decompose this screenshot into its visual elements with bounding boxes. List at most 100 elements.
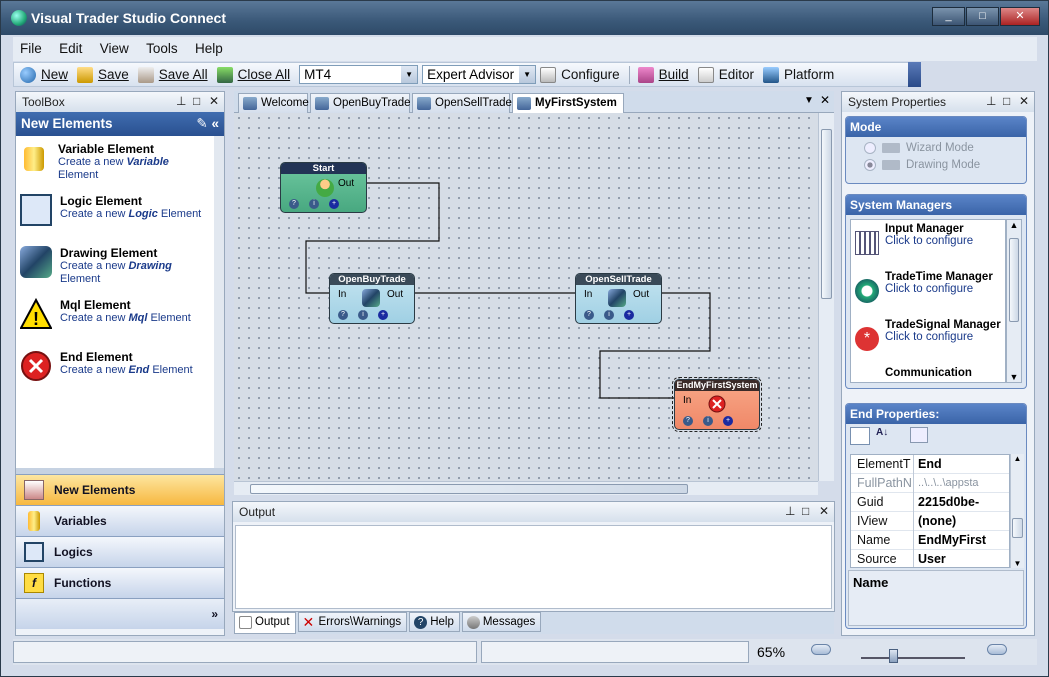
float-icon[interactable]: □ [802,504,809,518]
float-icon[interactable]: □ [1003,94,1010,108]
tab-output[interactable]: Output [234,612,296,634]
tab-close-icon[interactable]: ✕ [820,93,830,107]
wizard-mode-radio[interactable]: Wizard Mode [864,142,1026,154]
pin-icon[interactable]: ⊥ [986,94,996,108]
tool-logic-element[interactable]: Logic Element Create a new Logic Element [18,190,212,242]
editor-button[interactable]: Editor [697,66,754,83]
tool-drawing-element[interactable]: Drawing Element Create a new Drawing Elem… [18,242,212,294]
prop-row-fullpath[interactable]: FullPathN ..\..\..\appsta [851,473,1009,493]
tab-welcome[interactable]: Welcome [238,93,309,113]
close-icon[interactable]: ✕ [209,94,219,108]
configure-button[interactable]: Configure [540,66,620,83]
toolbar-overflow[interactable] [908,62,921,87]
advisor-select[interactable]: Expert Advisor ▼ [422,65,537,84]
scroll-thumb[interactable] [250,484,688,494]
scroll-thumb[interactable] [1012,518,1023,538]
zoom-out-button[interactable] [811,644,831,655]
chevron-down-icon[interactable]: ▼ [401,66,418,83]
property-grid-scrollbar[interactable]: ▲ ▼ [1010,454,1024,568]
tab-errors-warnings[interactable]: ✕ Errors\Warnings [297,612,408,632]
zoom-slider[interactable] [861,657,965,659]
info-icon[interactable]: i [703,416,713,426]
port-in[interactable]: In [584,289,592,300]
scroll-up-icon[interactable]: ▲ [1011,454,1024,463]
menu-help[interactable]: Help [188,37,230,56]
platform-button[interactable]: Platform [762,66,834,83]
output-text-area[interactable] [235,525,832,609]
input-manager[interactable]: Input Manager Click to configure [851,220,1005,268]
categorized-icon[interactable] [850,427,870,445]
info-icon[interactable]: i [604,310,614,320]
scroll-down-icon[interactable]: ▼ [1011,559,1024,568]
zoom-slider-thumb[interactable] [889,649,898,663]
node-endmyfirstsystem[interactable]: EndMyFirstSystem In ? i + [672,377,762,432]
tab-openselltrade[interactable]: OpenSellTrade [412,93,512,113]
node-openselltrade[interactable]: OpenSellTrade In Out ? i + [575,273,662,324]
tab-dropdown-icon[interactable]: ▼ [804,95,814,106]
prop-row-elementtype[interactable]: ElementT End [851,455,1009,474]
nav-more[interactable]: » [16,598,224,629]
nav-logics[interactable]: Logics [16,536,224,567]
canvas-horizontal-scrollbar[interactable] [234,481,818,495]
prop-row-guid[interactable]: Guid 2215d0be- [851,492,1009,512]
nav-new-elements[interactable]: New Elements [16,474,224,505]
close-icon[interactable]: ✕ [1019,94,1029,108]
pin-icon[interactable]: ⊥ [176,94,186,108]
add-icon[interactable]: + [329,199,339,209]
info-icon[interactable]: i [309,199,319,209]
drawing-mode-radio[interactable]: Drawing Mode [864,159,1026,171]
menu-edit[interactable]: Edit [52,37,89,56]
save-button[interactable]: Save [77,66,129,83]
help-icon[interactable]: ? [683,416,693,426]
nav-variables[interactable]: Variables [16,505,224,536]
minimize-button[interactable]: _ [932,7,965,26]
tab-openbuytrade[interactable]: OpenBuyTrade [310,93,411,113]
nav-functions[interactable]: f Functions [16,567,224,598]
help-icon[interactable]: ? [338,310,348,320]
menu-view[interactable]: View [93,37,136,56]
add-icon[interactable]: + [624,310,634,320]
tradetime-manager[interactable]: TradeTime Manager Click to configure [851,268,1005,316]
scroll-thumb[interactable] [1009,238,1019,322]
canvas-vertical-scrollbar[interactable] [818,113,834,481]
scroll-thumb[interactable] [821,129,832,299]
sort-az-icon[interactable]: A↓ [876,427,896,445]
float-icon[interactable]: □ [193,94,200,108]
save-all-button[interactable]: Save All [137,66,208,83]
node-start[interactable]: Start Out ? i + [280,162,367,213]
tradesignal-manager[interactable]: * TradeSignal Manager Click to configure [851,316,1005,364]
menu-file[interactable]: File [13,37,49,56]
scroll-down-icon[interactable]: ▼ [1007,372,1021,382]
port-out[interactable]: Out [633,289,649,300]
scroll-up-icon[interactable]: ▲ [1007,220,1021,230]
pin-icon[interactable]: ⊥ [785,504,795,518]
tool-variable-element[interactable]: Variable Element Create a new Variable El… [18,138,212,190]
info-icon[interactable]: i [358,310,368,320]
close-icon[interactable]: ✕ [819,504,829,518]
managers-scrollbar[interactable]: ▲ ▼ [1006,219,1022,383]
build-button[interactable]: Build [637,66,689,83]
help-icon[interactable]: ? [289,199,299,209]
node-openbuytrade[interactable]: OpenBuyTrade In Out ? i + [329,273,415,324]
add-icon[interactable]: + [723,416,733,426]
close-button[interactable]: ✕ [1000,7,1040,26]
port-in[interactable]: In [338,289,346,300]
port-out[interactable]: Out [338,178,354,189]
collapse-icon[interactable]: ✎ « [196,116,219,132]
platform-select[interactable]: MT4 ▼ [299,65,419,84]
close-all-button[interactable]: Close All [216,66,290,83]
tab-help[interactable]: ? Help [409,612,460,632]
zoom-in-button[interactable] [987,644,1007,655]
tab-myfirstsystem[interactable]: MyFirstSystem [512,93,624,114]
new-button[interactable]: New [20,66,68,83]
maximize-button[interactable]: □ [966,7,999,26]
chevron-down-icon[interactable]: ▼ [519,66,536,83]
tool-end-element[interactable]: End Element Create a new End Element [18,346,212,398]
help-icon[interactable]: ? [584,310,594,320]
port-in[interactable]: In [683,395,691,406]
communication-manager[interactable]: Communication [851,364,1005,382]
tool-mql-element[interactable]: ! Mql Element Create a new Mql Element [18,294,212,346]
prop-row-name[interactable]: Name EndMyFirst [851,530,1009,550]
diagram-canvas[interactable]: Start Out ? i + OpenBuyTrade In Out ? i + Op… [234,113,818,481]
tab-messages[interactable]: Messages [461,612,542,632]
